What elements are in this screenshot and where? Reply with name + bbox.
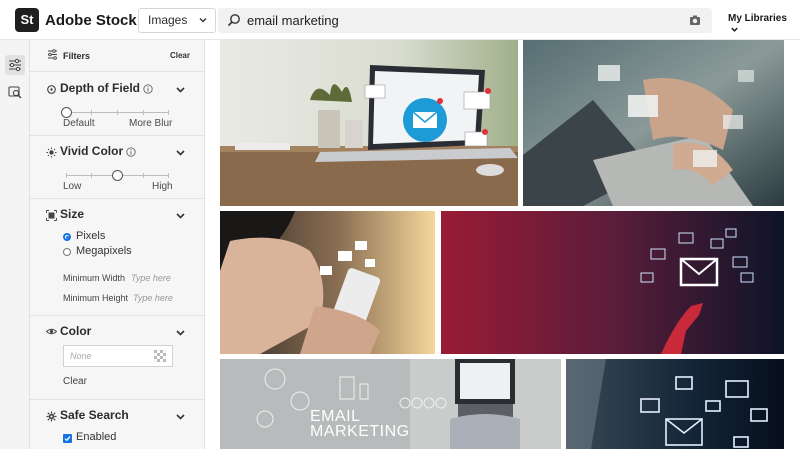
depth-of-field-title: Depth of Field	[60, 81, 140, 95]
my-libraries-menu[interactable]: My Libraries	[728, 13, 800, 35]
safe-search-enabled-label[interactable]: Enabled	[76, 431, 116, 443]
laptop-email-image	[220, 40, 518, 206]
info-icon[interactable]	[126, 147, 136, 157]
result-image-phone-email-icons[interactable]	[220, 211, 435, 354]
min-width-input[interactable]: Type here	[131, 273, 171, 283]
min-width-label: Minimum Width	[63, 273, 126, 283]
sliders-icon	[48, 49, 57, 60]
info-icon[interactable]	[143, 84, 153, 94]
chevron-down-icon[interactable]	[175, 327, 186, 338]
depth-of-field-section: Depth of Field Default More Blur	[30, 73, 204, 136]
min-height-label: Minimum Height	[63, 293, 129, 303]
result-image-laptop-notifications[interactable]	[220, 40, 518, 206]
clear-filters-link[interactable]: Clear	[170, 51, 190, 60]
dark-envelopes-image	[566, 359, 784, 449]
slider-tick	[168, 110, 169, 115]
slider-tick	[117, 110, 118, 115]
safe-search-title[interactable]: Safe Search	[60, 408, 129, 422]
typing-envelopes-image	[523, 40, 784, 206]
chevron-down-icon[interactable]	[175, 84, 186, 95]
color-picker-input[interactable]: None	[63, 345, 173, 367]
eye-icon	[46, 328, 57, 335]
pixels-radio[interactable]	[63, 233, 71, 241]
depth-of-field-slider[interactable]	[61, 107, 169, 118]
safe-search-checkbox[interactable]	[63, 434, 72, 443]
my-libraries-label: My Libraries	[728, 13, 787, 24]
caption-line-1: EMAIL	[310, 408, 361, 425]
slider-tick	[66, 173, 67, 178]
search-input[interactable]	[247, 8, 667, 33]
email-marketing-caption: EMAIL MARKETING	[310, 408, 410, 440]
slider-tick	[143, 110, 144, 115]
size-section: Size Pixels Megapixels Minimum Width Typ…	[30, 199, 204, 316]
top-bar: St Adobe Stock Images My Libraries	[0, 0, 800, 40]
min-height-input[interactable]: Type here	[133, 293, 173, 303]
vivid-color-max-label: High	[152, 181, 173, 192]
filters-header: Filters Clear	[30, 40, 204, 72]
chevron-down-icon[interactable]	[175, 210, 186, 221]
vivid-color-slider[interactable]	[66, 170, 169, 181]
checkmark-icon	[64, 436, 71, 442]
color-section: Color None Clear	[30, 316, 204, 400]
sliders-icon	[9, 58, 21, 72]
slider-tick	[91, 110, 92, 115]
brand-name[interactable]: Adobe Stock	[45, 12, 137, 29]
red-wall-hand-image	[441, 211, 784, 354]
depth-of-field-slider-handle[interactable]	[61, 107, 72, 118]
depth-of-field-header[interactable]: Depth of Field	[60, 81, 153, 95]
color-input-placeholder: None	[70, 351, 92, 361]
result-image-email-marketing[interactable]: EMAIL MARKETING	[220, 359, 561, 449]
slider-tick	[143, 173, 144, 178]
chevron-down-icon	[731, 27, 738, 32]
size-title[interactable]: Size	[60, 207, 84, 221]
pixels-radio-label[interactable]: Pixels	[76, 230, 105, 242]
chevron-down-icon	[199, 18, 207, 23]
slider-tick	[91, 173, 92, 178]
vivid-color-section: Vivid Color Low High	[30, 136, 204, 199]
resize-icon	[46, 210, 57, 221]
slider-tick	[168, 173, 169, 178]
result-image-dark-envelopes[interactable]	[566, 359, 784, 449]
search-icon[interactable]	[227, 13, 241, 27]
clear-color-link[interactable]: Clear	[63, 376, 87, 387]
chevron-down-icon[interactable]	[175, 411, 186, 422]
vivid-color-slider-handle[interactable]	[112, 170, 123, 181]
megapixels-radio-label[interactable]: Megapixels	[76, 245, 132, 257]
visual-search-icon[interactable]	[689, 14, 702, 27]
filters-title: Filters	[63, 51, 91, 61]
chevron-down-icon[interactable]	[175, 147, 186, 158]
filters-panel: Filters Clear Depth of Field Default Mor…	[30, 40, 205, 449]
depth-of-field-icon	[47, 85, 56, 94]
left-rail	[0, 40, 30, 449]
vivid-color-title: Vivid Color	[60, 144, 124, 158]
depth-of-field-min-label: Default	[63, 118, 95, 129]
depth-of-field-max-label: More Blur	[129, 118, 173, 129]
megapixels-radio[interactable]	[63, 248, 71, 256]
checkerboard-icon[interactable]	[154, 350, 166, 362]
sun-icon	[46, 147, 57, 158]
search-results-grid: EMAIL MARKETING	[206, 40, 800, 449]
asset-type-select[interactable]: Images	[138, 8, 216, 33]
color-title[interactable]: Color	[60, 324, 91, 338]
image-search-icon	[8, 86, 22, 99]
adobe-stock-logo[interactable]: St	[15, 8, 39, 32]
vivid-color-min-label: Low	[63, 181, 82, 192]
asset-type-value: Images	[148, 13, 188, 27]
search-bar[interactable]	[218, 8, 712, 33]
gear-icon	[46, 411, 57, 422]
result-image-red-wall-hand[interactable]	[441, 211, 784, 354]
safe-search-section: Safe Search Enabled	[30, 400, 204, 449]
vivid-color-header[interactable]: Vivid Color	[60, 144, 136, 158]
phone-email-image	[220, 211, 435, 354]
visual-search-rail-button[interactable]	[5, 82, 25, 102]
result-image-typing-envelopes[interactable]	[523, 40, 784, 206]
caption-line-2: MARKETING	[310, 423, 410, 440]
filters-toggle-button[interactable]	[5, 55, 25, 75]
